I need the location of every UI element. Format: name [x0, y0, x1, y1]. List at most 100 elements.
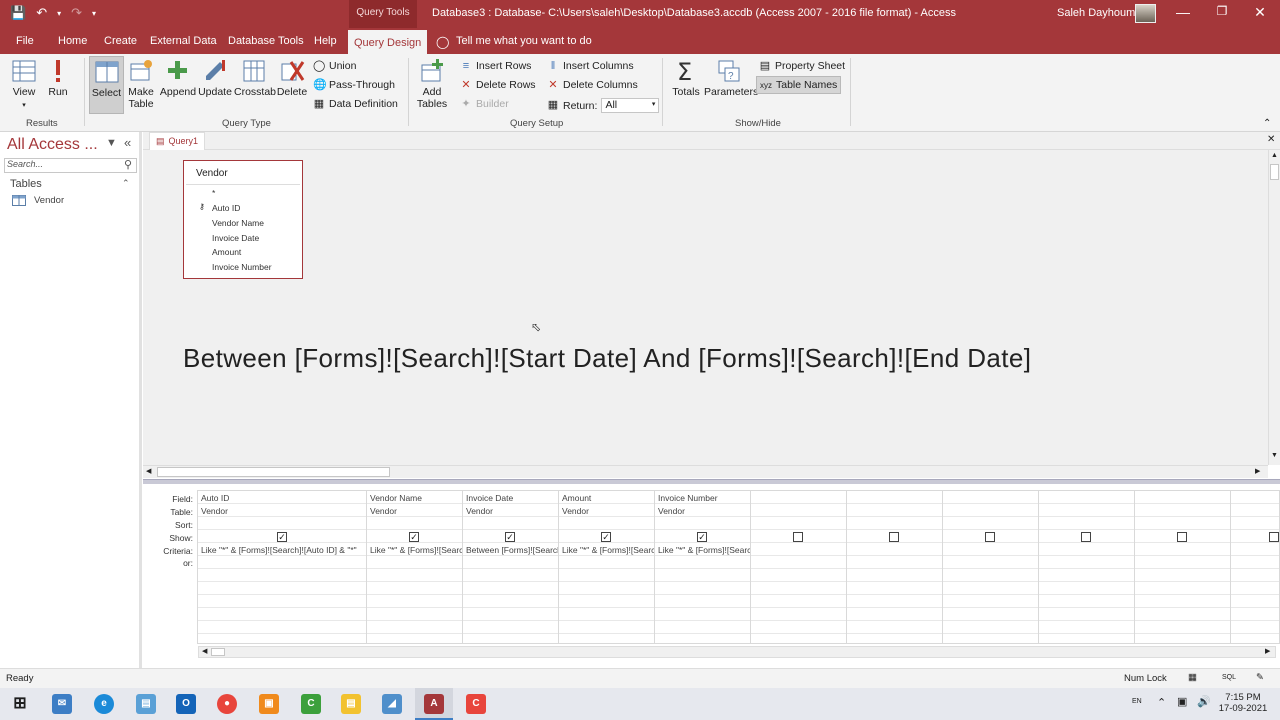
nav-menu-chevron-icon[interactable]: ▼ — [106, 137, 117, 149]
scroll-right-icon[interactable]: ▶ — [1265, 647, 1270, 655]
delete-rows-button[interactable]: ✕ Delete Rows — [460, 79, 535, 91]
criteria-cell[interactable]: Like "*" & [Forms]![Search]![Invoi — [658, 545, 751, 555]
table-cell[interactable]: Vendor — [466, 506, 556, 516]
scroll-left-icon[interactable]: ◀ — [202, 647, 207, 655]
return-select[interactable]: All ▾ — [601, 98, 660, 113]
run-button[interactable]: Run — [45, 58, 71, 98]
file-manager-icon[interactable]: ▤ — [136, 694, 156, 714]
delete-columns-button[interactable]: ✕ Delete Columns — [547, 79, 637, 91]
chevron-up-icon[interactable]: ⌃ — [122, 178, 130, 189]
view-button[interactable]: View ▾ — [8, 58, 40, 110]
grid-column[interactable]: Vendor Name Vendor Like "*" & [Forms]![S… — [366, 490, 463, 644]
show-checkbox[interactable]: ✓ — [409, 532, 419, 542]
field-list-title[interactable]: Vendor — [186, 161, 300, 185]
delete-query-button[interactable]: Delete — [276, 58, 308, 98]
remote-app-icon[interactable]: ◢ — [382, 694, 402, 714]
scroll-down-icon[interactable]: ▼ — [1271, 452, 1278, 459]
property-sheet-button[interactable]: ▤ Property Sheet — [759, 60, 845, 72]
nav-group-tables[interactable]: Tables — [10, 178, 42, 190]
add-tables-button[interactable]: Add Tables — [415, 58, 449, 110]
criteria-cell[interactable]: Like "*" & [Forms]![Search]![Auto ID] & … — [201, 545, 367, 555]
grid-scroll-thumb[interactable] — [211, 648, 225, 656]
network-icon[interactable]: ▣ — [1177, 695, 1187, 708]
vertical-scroll-thumb[interactable] — [1270, 164, 1279, 180]
tab-help[interactable]: Help — [314, 35, 337, 47]
parameters-button[interactable]: ? Parameters — [704, 58, 758, 98]
show-checkbox[interactable] — [985, 532, 995, 542]
windows-start-icon[interactable]: ⊞ — [10, 694, 30, 714]
criteria-cell[interactable]: Like "*" & [Forms]![Search]![Amou — [562, 545, 655, 555]
grid-column[interactable]: Invoice Date Vendor Between [Forms]![Sea… — [462, 490, 559, 644]
close-document-icon[interactable]: ✕ — [1267, 134, 1275, 145]
language-indicator[interactable]: EN — [1132, 698, 1142, 705]
grid-column[interactable] — [846, 490, 942, 644]
insert-rows-button[interactable]: ≡ Insert Rows — [460, 60, 532, 72]
undo-dropdown-icon[interactable]: ▾ — [57, 9, 61, 18]
nav-search-input[interactable]: Search... — [4, 158, 137, 173]
field-cell[interactable]: Amount — [562, 493, 652, 503]
show-checkbox[interactable]: ✓ — [601, 532, 611, 542]
access-icon[interactable]: A — [424, 694, 444, 714]
scroll-up-icon[interactable]: ▲ — [1271, 152, 1278, 159]
nav-item-vendor[interactable]: Vendor — [12, 195, 64, 206]
grid-column[interactable] — [1230, 490, 1280, 644]
scroll-left-icon[interactable]: ◀ — [146, 467, 151, 475]
field-item[interactable]: * — [212, 188, 215, 198]
update-button[interactable]: Update — [198, 58, 232, 98]
crosstab-button[interactable]: Crosstab — [234, 58, 276, 98]
camtasia-icon[interactable]: C — [301, 694, 321, 714]
field-cell[interactable]: Auto ID — [201, 493, 361, 503]
grid-column[interactable]: Amount Vendor Like "*" & [Forms]![Search… — [558, 490, 655, 644]
field-cell[interactable]: Vendor Name — [370, 493, 460, 503]
tab-file[interactable]: File — [16, 35, 34, 47]
field-list-vendor[interactable]: Vendor * ⚷ Auto ID Vendor Name Invoice D… — [183, 160, 303, 279]
table-cell[interactable]: Vendor — [562, 506, 652, 516]
edge-icon[interactable]: e — [94, 694, 114, 714]
grid-column[interactable] — [942, 490, 1038, 644]
criteria-cell[interactable]: Like "*" & [Forms]![Search]![Vend — [370, 545, 463, 555]
customize-qat-icon[interactable]: ▾ — [92, 9, 96, 18]
collapse-ribbon-icon[interactable]: ⌃ — [1263, 118, 1271, 129]
select-query-button[interactable]: Select — [89, 56, 124, 114]
redo-icon[interactable]: ↷ — [71, 5, 82, 21]
show-checkbox[interactable]: ✓ — [277, 532, 287, 542]
grid-column[interactable] — [1038, 490, 1134, 644]
chrome-icon[interactable]: ● — [217, 694, 237, 714]
append-button[interactable]: Append — [159, 58, 197, 98]
union-button[interactable]: ◯ Union — [313, 60, 356, 72]
nav-collapse-icon[interactable]: « — [124, 135, 131, 150]
design-view-icon[interactable]: ✎ — [1256, 672, 1264, 683]
tab-external-data[interactable]: External Data — [150, 35, 217, 47]
builder-button[interactable]: ✦ Builder — [460, 98, 508, 110]
horizontal-scrollbar[interactable]: ◀ ▶ — [143, 465, 1268, 478]
table-cell[interactable]: Vendor — [370, 506, 460, 516]
data-definition-button[interactable]: ▦ Data Definition — [313, 98, 398, 110]
restore-icon[interactable]: ❐ — [1212, 4, 1232, 18]
undo-icon[interactable]: ↶ — [36, 5, 47, 21]
tab-home[interactable]: Home — [58, 35, 87, 47]
show-checkbox[interactable] — [1269, 532, 1279, 542]
grid-column[interactable] — [1134, 490, 1230, 644]
field-item[interactable]: Invoice Number — [212, 262, 272, 272]
grid-column[interactable]: Auto ID Vendor Like "*" & [Forms]![Searc… — [197, 490, 366, 644]
show-checkbox[interactable] — [889, 532, 899, 542]
close-icon[interactable]: ✕ — [1250, 4, 1270, 21]
recorder-icon[interactable]: C — [466, 694, 486, 714]
make-table-button[interactable]: Make Table — [127, 58, 155, 110]
tray-chevron-icon[interactable]: ⌃ — [1157, 696, 1166, 709]
volume-icon[interactable]: 🔊 — [1197, 695, 1211, 708]
tab-database-tools[interactable]: Database Tools — [228, 35, 304, 47]
show-checkbox[interactable] — [1177, 532, 1187, 542]
field-item[interactable]: Amount — [212, 247, 241, 257]
grid-column[interactable] — [750, 490, 846, 644]
table-names-button[interactable]: xyz Table Names — [756, 76, 842, 94]
vertical-scrollbar[interactable]: ▲ ▼ — [1268, 150, 1280, 465]
datasheet-view-icon[interactable]: ▦ — [1188, 672, 1197, 683]
show-checkbox[interactable]: ✓ — [505, 532, 515, 542]
app-icon[interactable]: ▣ — [259, 694, 279, 714]
insert-columns-button[interactable]: ‖ Insert Columns — [547, 60, 634, 72]
tab-query1[interactable]: ▤ Query1 — [149, 132, 206, 150]
save-icon[interactable]: 💾 — [10, 5, 26, 21]
horizontal-scroll-thumb[interactable] — [157, 467, 390, 477]
table-cell[interactable]: Vendor — [201, 506, 361, 516]
